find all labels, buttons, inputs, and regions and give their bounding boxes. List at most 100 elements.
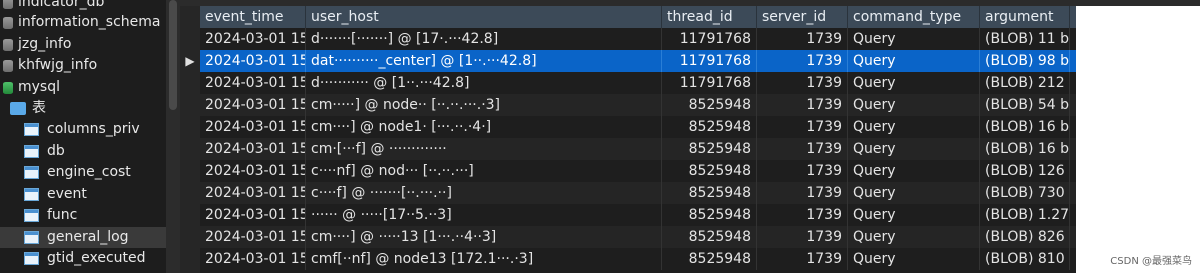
cell-thread-id[interactable]: 8525948 [662, 182, 757, 204]
cell-command-type[interactable]: Query [848, 138, 980, 160]
sidebar-item-func[interactable]: func [0, 205, 166, 226]
column-header-event-time[interactable]: event_time [200, 6, 306, 28]
cell-event-time[interactable]: 2024-03-01 15 [200, 248, 306, 270]
cell-command-type[interactable]: Query [848, 182, 980, 204]
cell-thread-id[interactable]: 8525948 [662, 94, 757, 116]
cell-thread-id[interactable]: 11791768 [662, 28, 757, 50]
cell-argument[interactable]: (BLOB) 16 byt [980, 116, 1070, 138]
cell-event-time[interactable]: 2024-03-01 15 [200, 28, 306, 50]
cell-event-time[interactable]: 2024-03-01 15 [200, 116, 306, 138]
sidebar-item-information-schema[interactable]: information_schema [0, 12, 166, 33]
cell-server-id[interactable]: 1739 [757, 160, 848, 182]
table-row[interactable]: 2024-03-01 15 d·······[·······] @ [17·.··… [200, 28, 1200, 50]
cell-event-time[interactable]: 2024-03-01 15 [200, 182, 306, 204]
table-row[interactable]: 2024-03-01 15 c····f] @ ·······[··.···.··… [200, 182, 1200, 204]
sidebar-item-khfwjg-info[interactable]: khfwjg_info [0, 55, 166, 76]
cell-command-type[interactable]: Query [848, 248, 980, 270]
cell-command-type[interactable]: Query [848, 28, 980, 50]
table-row[interactable]: 2024-03-01 15 ······ @ ·····[17··5.··3] 85… [200, 204, 1200, 226]
cell-command-type[interactable]: Query [848, 226, 980, 248]
cell-event-time[interactable]: 2024-03-01 15 [200, 72, 306, 94]
cell-argument[interactable]: (BLOB) 16 byt [980, 138, 1070, 160]
cell-command-type[interactable]: Query [848, 94, 980, 116]
cell-user-host[interactable]: cm·····] @ node·· [··.··.···.·3] [306, 94, 662, 116]
sidebar-item-event[interactable]: event [0, 184, 166, 205]
sidebar-scrollbar-thumb[interactable] [169, 0, 177, 110]
sidebar-item-engine-cost[interactable]: engine_cost [0, 162, 166, 183]
cell-thread-id[interactable]: 8525948 [662, 204, 757, 226]
sidebar-item-columns-priv[interactable]: columns_priv [0, 119, 166, 140]
table-row[interactable]: 2024-03-01 15 dat··········_center] @ [1·… [200, 50, 1200, 72]
cell-server-id[interactable]: 1739 [757, 138, 848, 160]
table-row[interactable]: 2024-03-01 15 cm····] @ ·····13 [1···.··4… [200, 226, 1200, 248]
column-header-command-type[interactable]: command_type [848, 6, 980, 28]
cell-thread-id[interactable]: 8525948 [662, 138, 757, 160]
table-row[interactable]: 2024-03-01 15 d··········· @ [1··.···42.8… [200, 72, 1200, 94]
cell-command-type[interactable]: Query [848, 204, 980, 226]
cell-user-host[interactable]: d··········· @ [1··.···42.8] [306, 72, 662, 94]
column-header-thread-id[interactable]: thread_id [662, 6, 757, 28]
cell-server-id[interactable]: 1739 [757, 50, 848, 72]
cell-server-id[interactable]: 1739 [757, 226, 848, 248]
cell-thread-id[interactable]: 8525948 [662, 226, 757, 248]
cell-user-host[interactable]: cmf[··nf] @ node13 [172.1···.·3] [306, 248, 662, 270]
cell-user-host[interactable]: c····f] @ ·······[··.···.··] [306, 182, 662, 204]
cell-event-time[interactable]: 2024-03-01 15 [200, 138, 306, 160]
cell-thread-id[interactable]: 8525948 [662, 248, 757, 270]
sidebar-item-mysql[interactable]: mysql [0, 77, 166, 98]
cell-server-id[interactable]: 1739 [757, 182, 848, 204]
cell-event-time[interactable]: 2024-03-01 15 [200, 94, 306, 116]
cell-user-host[interactable]: dat··········_center] @ [1··.···42.8] [306, 50, 662, 72]
sidebar-item-label: general_log [47, 229, 129, 245]
sidebar-item-general-log[interactable]: general_log [0, 227, 166, 248]
cell-command-type[interactable]: Query [848, 72, 980, 94]
cell-server-id[interactable]: 1739 [757, 72, 848, 94]
sidebar-item-db[interactable]: db [0, 141, 166, 162]
cell-thread-id[interactable]: 8525948 [662, 160, 757, 182]
table-row[interactable]: 2024-03-01 15 c····nf] @ nod··· [··.··.··… [200, 160, 1200, 182]
cell-user-host[interactable]: cm····] @ ·····13 [1···.··4··3] [306, 226, 662, 248]
cell-thread-id[interactable]: 8525948 [662, 116, 757, 138]
cell-server-id[interactable]: 1739 [757, 248, 848, 270]
cell-argument[interactable]: (BLOB) 126 by [980, 160, 1070, 182]
cell-command-type[interactable]: Query [848, 50, 980, 72]
sidebar-item-tables-folder[interactable]: 表 [0, 98, 166, 119]
cell-argument[interactable]: (BLOB) 826 by [980, 226, 1070, 248]
table-row[interactable]: 2024-03-01 15 cm····] @ node1· [···.··.·4… [200, 116, 1200, 138]
cell-event-time[interactable]: 2024-03-01 15 [200, 50, 306, 72]
cell-user-host[interactable]: c····nf] @ nod··· [··.··.···] [306, 160, 662, 182]
column-header-user-host[interactable]: user_host [306, 6, 662, 28]
cell-event-time[interactable]: 2024-03-01 15 [200, 160, 306, 182]
cell-server-id[interactable]: 1739 [757, 116, 848, 138]
sidebar-item-gtid-executed[interactable]: gtid_executed [0, 248, 166, 269]
cell-argument[interactable]: (BLOB) 98 byt [980, 50, 1070, 72]
cell-thread-id[interactable]: 11791768 [662, 72, 757, 94]
cell-server-id[interactable]: 1739 [757, 94, 848, 116]
sidebar-scrollbar[interactable] [166, 0, 180, 273]
cell-server-id[interactable]: 1739 [757, 28, 848, 50]
column-header-argument[interactable]: argument [980, 6, 1070, 28]
sidebar-item-label: event [47, 186, 87, 202]
cell-command-type[interactable]: Query [848, 116, 980, 138]
cell-user-host[interactable]: d·······[·······] @ [17·.···42.8] [306, 28, 662, 50]
cell-user-host[interactable]: ······ @ ·····[17··5.··3] [306, 204, 662, 226]
sidebar-item-jzg-info[interactable]: jzg_info [0, 34, 166, 55]
table-row[interactable]: 2024-03-01 15 cm·····] @ node·· [··.··.··… [200, 94, 1200, 116]
cell-event-time[interactable]: 2024-03-01 15 [200, 226, 306, 248]
cell-command-type[interactable]: Query [848, 160, 980, 182]
cell-user-host[interactable]: cm····] @ node1· [···.··.·4·] [306, 116, 662, 138]
cell-user-host[interactable]: cm·[···f] @ ············· [306, 138, 662, 160]
cell-argument[interactable]: (BLOB) 212 by [980, 72, 1070, 94]
table-row[interactable]: 2024-03-01 15 cm·[···f] @ ············· 85… [200, 138, 1200, 160]
cell-argument[interactable]: (BLOB) 730 by [980, 182, 1070, 204]
cell-argument[interactable]: (BLOB) 54 byt [980, 94, 1070, 116]
cell-argument[interactable]: (BLOB) 810 by [980, 248, 1070, 270]
column-header-server-id[interactable]: server_id [757, 6, 848, 28]
cell-argument[interactable]: (BLOB) 11 byt [980, 28, 1070, 50]
cell-argument[interactable]: (BLOB) 1.27 K [980, 204, 1070, 226]
cell-event-time[interactable]: 2024-03-01 15 [200, 204, 306, 226]
cell-server-id[interactable]: 1739 [757, 204, 848, 226]
navigator-sidebar: indicator_db information_schema jzg_info… [0, 0, 166, 273]
cell-thread-id[interactable]: 11791768 [662, 50, 757, 72]
table-row[interactable]: 2024-03-01 15 cmf[··nf] @ node13 [172.1··… [200, 248, 1200, 270]
